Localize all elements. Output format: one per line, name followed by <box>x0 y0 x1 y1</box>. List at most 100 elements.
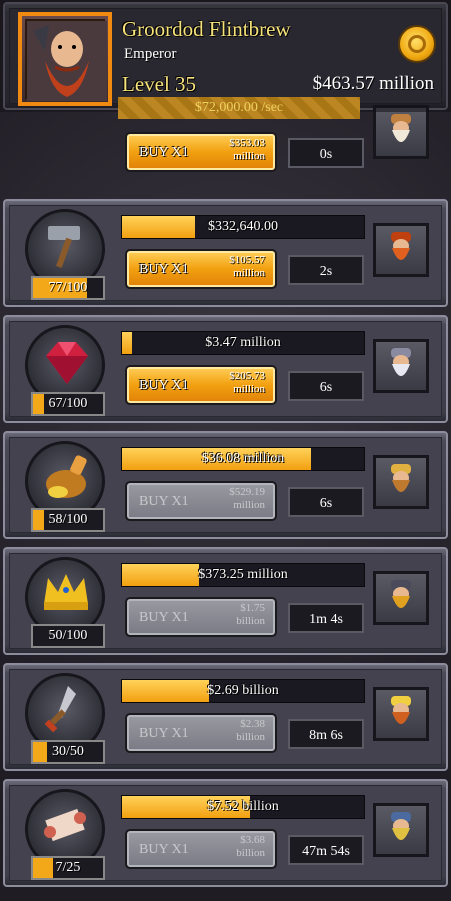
upgrade-row: 58/100 $36.08 million BUY X1 $529.19 million… <box>3 431 448 539</box>
buy-price-unit: million <box>233 499 265 511</box>
buy-button[interactable]: BUY X1 $529.19 million <box>125 481 277 521</box>
buy-price-unit: billion <box>236 731 265 743</box>
buy-label: BUY X1 <box>139 726 189 741</box>
manager-button[interactable] <box>373 455 429 509</box>
buy-price-value: $1.75 <box>240 602 265 614</box>
player-level: Level 35 <box>122 72 197 96</box>
buy-price-value: $205.73 <box>229 370 265 382</box>
buy-price-value: $2.38 <box>240 718 265 730</box>
player-portrait[interactable] <box>18 12 112 106</box>
dwarf-manager-red-beard-icon <box>391 232 411 260</box>
buy-price-value: $529.19 <box>229 486 265 498</box>
production-timer: 1m 4s <box>288 603 364 633</box>
dwarf-avatar-icon <box>27 21 107 101</box>
buy-button[interactable]: BUY X1 $353.03 million <box>125 132 277 172</box>
manager-button[interactable] <box>373 687 429 741</box>
production-value: $373.25 million <box>198 567 288 582</box>
production-progress: $7.52 billion <box>121 795 365 819</box>
production-timer: 2s <box>288 255 364 285</box>
owned-count: 67/100 <box>31 392 105 416</box>
dwarf-manager-white-hair-icon <box>391 348 411 376</box>
buy-price: $205.73 million <box>229 370 265 396</box>
upgrade-row: 50/100 $373.25 million BUY X1 $1.75 billion 1… <box>3 547 448 655</box>
production-timer: 6s <box>288 371 364 401</box>
production-timer: 8m 6s <box>288 719 364 749</box>
buy-label: BUY X1 <box>139 842 189 857</box>
manager-button[interactable] <box>373 339 429 393</box>
manager-button[interactable] <box>373 105 429 159</box>
buy-price: $105.57 million <box>229 254 265 280</box>
production-progress: $2.69 billion <box>121 679 365 703</box>
buy-button[interactable]: BUY X1 $105.57 million <box>125 249 277 289</box>
player-header: Groordod Flintbrew Emperor Level 35 $463… <box>0 0 451 119</box>
coin-shop-button[interactable] <box>398 25 436 63</box>
owned-count: 50/100 <box>31 624 105 648</box>
hammer-icon <box>48 226 80 268</box>
buy-price-unit: million <box>233 383 265 395</box>
production-timer: 6s <box>288 487 364 517</box>
owned-count: 77/100 <box>31 276 105 300</box>
buy-price: $2.38 billion <box>236 718 265 744</box>
production-timer: 47m 54s <box>288 835 364 865</box>
buy-label: BUY X1 <box>139 494 189 509</box>
manager-button[interactable] <box>373 223 429 277</box>
buy-button[interactable]: BUY X1 $3.68 billion <box>125 829 277 869</box>
owned-count: 7/25 <box>31 856 105 880</box>
upgrade-row: 67/100 $3.47 million BUY X1 $205.73 million 6… <box>3 315 448 423</box>
player-title: Emperor <box>124 46 177 62</box>
dwarf-manager-golden-helmet-icon <box>391 464 411 492</box>
dagger-icon <box>44 686 76 733</box>
manager-button[interactable] <box>373 571 429 625</box>
owned-count-label: 30/50 <box>52 744 84 759</box>
buy-price-value: $353.03 <box>229 137 265 149</box>
buy-price: $1.75 billion <box>236 602 265 628</box>
buy-price-value: $3.68 <box>240 834 265 846</box>
upgrade-row: 77/100 $332,640.00 BUY X1 $105.57 million 2s <box>3 199 448 307</box>
potion-flask-icon <box>46 455 87 498</box>
production-progress: $3.47 million <box>121 331 365 355</box>
production-value: $3.47 million <box>205 335 281 350</box>
production-progress: $36.08 million <box>121 447 365 471</box>
owned-count: 30/50 <box>31 740 105 764</box>
buy-price-unit: million <box>233 150 265 162</box>
money-total: $463.57 million <box>312 73 434 94</box>
buy-price: $353.03 million <box>229 137 265 163</box>
production-value: $36.08 million <box>201 451 285 466</box>
owned-count-label: 58/100 <box>48 512 88 527</box>
production-progress: $373.25 million <box>121 563 365 587</box>
production-timer: 0s <box>288 138 364 168</box>
buy-label: BUY X1 <box>139 262 189 277</box>
production-value: $7.52 billion <box>207 799 279 814</box>
production-value: $2.69 billion <box>207 683 279 698</box>
gold-crown-icon <box>44 574 88 610</box>
buy-price-unit: billion <box>236 615 265 627</box>
buy-button[interactable]: BUY X1 $1.75 billion <box>125 597 277 637</box>
buy-price-value: $105.57 <box>229 254 265 266</box>
buy-label: BUY X1 <box>139 610 189 625</box>
buy-label: BUY X1 <box>139 145 189 160</box>
owned-count-label: 7/25 <box>55 860 81 875</box>
owned-count: 58/100 <box>31 508 105 532</box>
dwarf-manager-viking-icon <box>391 812 411 840</box>
manager-button[interactable] <box>373 803 429 857</box>
buy-price: $529.19 million <box>229 486 265 512</box>
buy-label: BUY X1 <box>139 378 189 393</box>
buy-price: $3.68 billion <box>236 834 265 860</box>
income-per-sec: $72,000.00 /sec <box>194 100 284 115</box>
owned-count-label: 77/100 <box>48 280 88 295</box>
player-name: Groordod Flintbrew <box>122 17 291 41</box>
production-value: $332,640.00 <box>208 219 278 234</box>
dwarf-manager-armored-icon <box>391 580 411 608</box>
buy-button[interactable]: BUY X1 $2.38 billion <box>125 713 277 753</box>
upgrade-row: 7/25 $7.52 billion BUY X1 $3.68 billion 47m 5… <box>3 779 448 887</box>
buy-price-unit: billion <box>236 847 265 859</box>
owned-count-label: 50/100 <box>48 628 88 643</box>
scroll-map-icon <box>44 808 86 842</box>
coin-icon <box>408 35 426 53</box>
production-progress: $332,640.00 <box>121 215 365 239</box>
upgrade-row: 30/50 $2.69 billion BUY X1 $2.38 billion 8m 6… <box>3 663 448 771</box>
buy-price-unit: million <box>233 267 265 279</box>
ruby-gem-icon <box>46 342 88 384</box>
buy-button[interactable]: BUY X1 $205.73 million <box>125 365 277 405</box>
dwarf-manager-white-beard-icon <box>391 114 411 142</box>
